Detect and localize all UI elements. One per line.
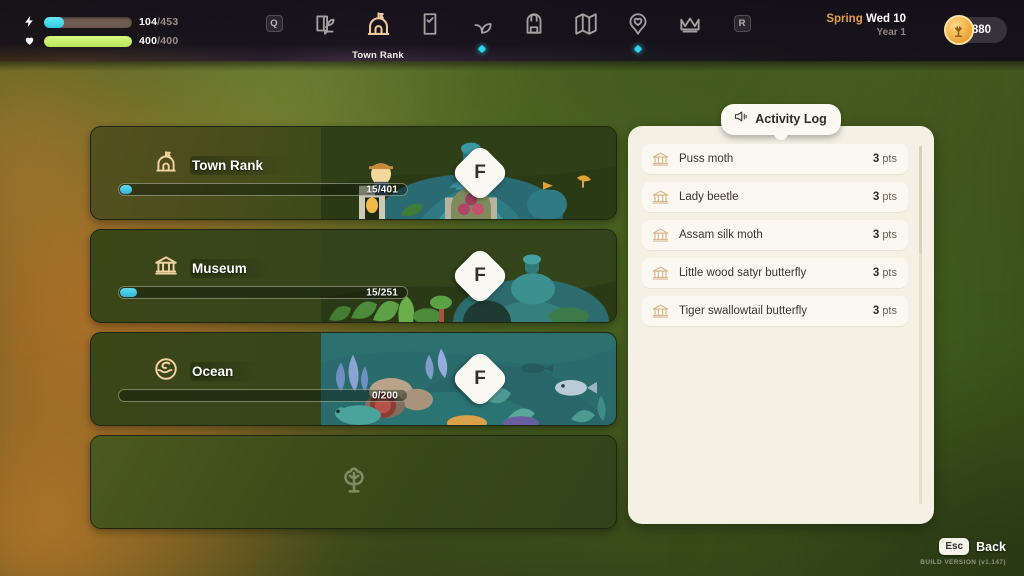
- activity-log-row[interactable]: Puss moth 3 pts: [642, 144, 908, 174]
- journal-leaf-icon: [313, 11, 339, 42]
- nav-item-quest-key[interactable]: Q: [248, 0, 300, 61]
- nav-item-relationships[interactable]: [612, 0, 664, 61]
- card-grade-letter: F: [474, 265, 486, 286]
- health-icon: [22, 34, 37, 49]
- activity-log-list: Puss moth 3 pts Lady beetle 3 pts Assam silk…: [642, 144, 908, 334]
- card-progress-bar: 0/200: [118, 389, 408, 402]
- card-progress-text: 0/200: [371, 390, 398, 401]
- museum-icon: [651, 226, 670, 245]
- nav-item-tasks[interactable]: [404, 0, 456, 61]
- activity-entry-points: 3 pts: [872, 191, 897, 203]
- health-stat: 400/400: [22, 34, 178, 48]
- museum-icon: [651, 150, 670, 169]
- r-key-icon: R: [733, 15, 751, 32]
- activity-entry-points: 3 pts: [872, 267, 897, 279]
- activity-entry-name: Assam silk moth: [679, 229, 763, 241]
- footer: Esc Back BUILD VERSION (v1.147): [920, 536, 1006, 566]
- year-label: Year 1: [876, 27, 906, 39]
- energy-icon: [22, 15, 37, 30]
- rank-card-museum[interactable]: Museum 15/251 F: [90, 229, 617, 323]
- health-bar: [44, 35, 132, 47]
- activity-entry-points: 3 pts: [872, 229, 897, 241]
- activity-entry-name: Lady beetle: [679, 191, 739, 203]
- notification-dot: [633, 44, 643, 54]
- card-progress-bar: 15/251: [118, 286, 408, 299]
- date-display: Spring Wed 10 Year 1: [826, 13, 906, 39]
- activity-log-panel: Puss moth 3 pts Lady beetle 3 pts Assam silk…: [628, 126, 934, 524]
- rank-card-list: Town Rank 15/401 F Museum 15/251 F Ocean 0/200 F: [90, 126, 617, 538]
- build-version: BUILD VERSION (v1.147): [920, 559, 1006, 566]
- card-title: Museum: [190, 259, 273, 278]
- nav-item-backpack[interactable]: [508, 0, 560, 61]
- nav-item-map[interactable]: [560, 0, 612, 61]
- card-grade-badge: F: [450, 246, 510, 306]
- hud-nav: Q Town Rank R: [248, 0, 768, 61]
- card-progress-text: 15/251: [366, 287, 398, 298]
- energy-bar: [44, 16, 132, 28]
- backpack-icon: [521, 11, 547, 42]
- activity-log-row[interactable]: Tiger swallowtail butterfly 3 pts: [642, 296, 908, 326]
- nav-item-achievements[interactable]: [664, 0, 716, 61]
- nav-item-skills[interactable]: [456, 0, 508, 61]
- nav-item-journal[interactable]: [300, 0, 352, 61]
- heart-pin-icon: [625, 11, 651, 42]
- rank-card-ocean[interactable]: Ocean 0/200 F: [90, 332, 617, 426]
- currency-amount: 880: [971, 24, 991, 36]
- megaphone-icon: [733, 109, 748, 129]
- energy-stat: 104/453: [22, 15, 178, 29]
- museum-icon: [153, 253, 179, 284]
- tree-emblem-icon: [337, 463, 371, 502]
- nav-item-town-rank[interactable]: Town Rank: [352, 0, 404, 61]
- activity-log-title: Activity Log: [755, 112, 827, 126]
- nav-item-relations-key[interactable]: R: [716, 0, 768, 61]
- card-grade-badge: F: [450, 143, 510, 203]
- activity-log-tab[interactable]: Activity Log: [628, 104, 934, 135]
- season-label: Spring: [826, 13, 863, 25]
- activity-entry-name: Puss moth: [679, 153, 734, 165]
- top-hud-bar: 104/453 400/400 Q Town Rank R Spring Wed 1…: [0, 0, 1024, 71]
- gold-coin-icon: [943, 15, 974, 45]
- activity-entry-name: Tiger swallowtail butterfly: [679, 305, 808, 317]
- museum-icon: [651, 302, 670, 321]
- back-label: Back: [976, 539, 1006, 554]
- activity-entry-name: Little wood satyr butterfly: [679, 267, 807, 279]
- card-progress-bar: 15/401: [118, 183, 408, 196]
- card-grade-badge: F: [450, 349, 510, 409]
- card-grade-letter: F: [474, 162, 486, 183]
- activity-entry-points: 3 pts: [872, 305, 897, 317]
- activity-log-scrollbar[interactable]: [919, 146, 922, 504]
- sprout-icon: [469, 11, 495, 42]
- currency-display: 880: [943, 15, 1007, 45]
- museum-icon: [651, 188, 670, 207]
- health-value: 400/400: [139, 35, 179, 47]
- map-icon: [573, 11, 599, 42]
- crown-icon: [677, 11, 703, 42]
- day-label: Wed 10: [865, 13, 906, 25]
- energy-value: 104/453: [139, 16, 179, 28]
- rank-card-locked-slot[interactable]: [90, 435, 617, 529]
- player-stats: 104/453 400/400: [22, 15, 178, 48]
- back-button[interactable]: Esc Back: [939, 538, 1006, 555]
- activity-log-row[interactable]: Lady beetle 3 pts: [642, 182, 908, 212]
- esc-keycap: Esc: [939, 538, 970, 555]
- ocean-icon: [153, 356, 179, 387]
- card-grade-letter: F: [474, 368, 486, 389]
- town-hall-icon: [153, 150, 179, 181]
- card-title: Town Rank: [190, 156, 290, 175]
- notification-dot: [477, 44, 487, 54]
- rank-card-town-rank[interactable]: Town Rank 15/401 F: [90, 126, 617, 220]
- activity-log-row[interactable]: Assam silk moth 3 pts: [642, 220, 908, 250]
- town-hall-icon: [364, 11, 393, 45]
- card-title: Ocean: [190, 362, 260, 381]
- museum-icon: [651, 264, 670, 283]
- checklist-icon: [417, 11, 443, 42]
- nav-item-label: Town Rank: [352, 50, 404, 61]
- activity-entry-points: 3 pts: [872, 153, 897, 165]
- activity-log-row[interactable]: Little wood satyr butterfly 3 pts: [642, 258, 908, 288]
- q-key-icon: Q: [265, 15, 283, 32]
- card-progress-text: 15/401: [366, 184, 398, 195]
